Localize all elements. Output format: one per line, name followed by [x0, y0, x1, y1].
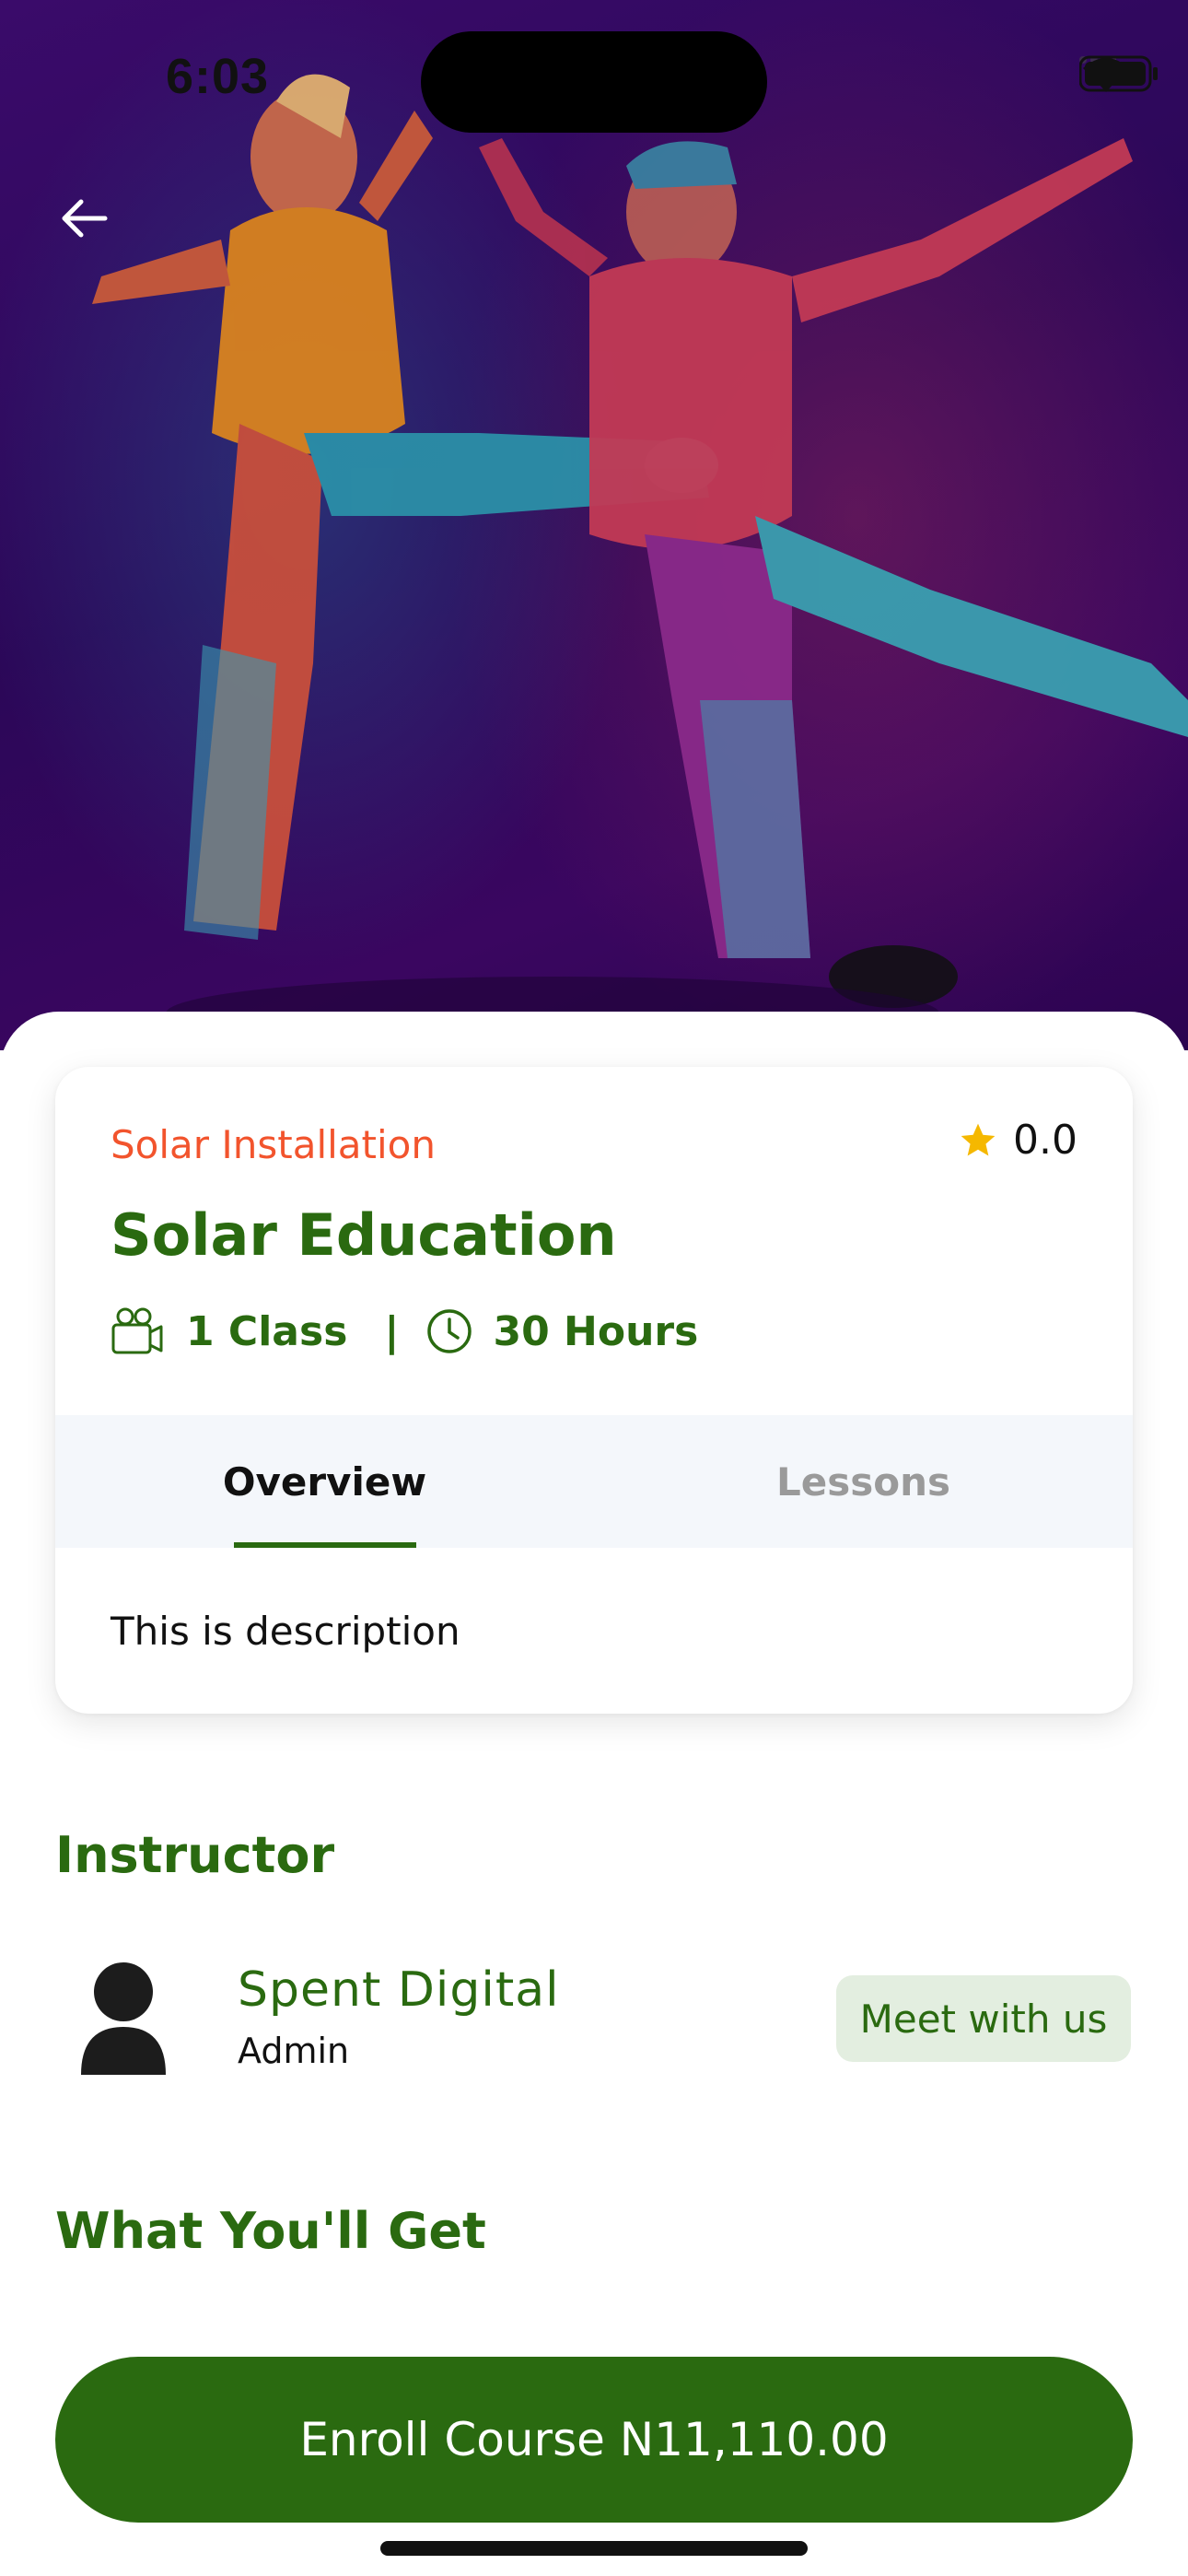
class-count: 1 Class: [186, 1307, 348, 1355]
meta-separator: |: [384, 1307, 400, 1355]
instructor-name: Spent Digital: [238, 1962, 560, 2018]
star-icon: [961, 1123, 996, 1155]
tab-label: Lessons: [776, 1458, 950, 1505]
arrow-left-icon: [62, 199, 108, 238]
course-card: Solar Installation 0.0 Solar Education 1…: [55, 1067, 1133, 1714]
battery-icon: [1079, 55, 1158, 92]
instructor-role: Admin: [238, 2031, 350, 2071]
tab-label: Overview: [222, 1458, 427, 1505]
dynamic-island: [421, 31, 767, 133]
active-tab-indicator: [234, 1542, 416, 1548]
meet-with-us-button[interactable]: Meet with us: [836, 1975, 1131, 2062]
home-indicator: [380, 2541, 808, 2556]
course-description: This is description: [111, 1609, 460, 1654]
tab-overview[interactable]: Overview: [55, 1415, 594, 1548]
avatar: [81, 1962, 166, 2075]
course-meta: 1 Class | 30 Hours: [111, 1305, 698, 1358]
rating-value: 0.0: [1013, 1117, 1077, 1164]
status-time: 6:03: [166, 49, 270, 104]
what-youll-get-heading: What You'll Get: [55, 2202, 486, 2260]
tab-lessons[interactable]: Lessons: [594, 1415, 1133, 1548]
hero-image: 6:03: [0, 0, 1188, 1050]
course-rating: 0.0: [958, 1117, 1077, 1164]
dancers-illustration: [92, 74, 1188, 1050]
person-icon: [94, 1962, 153, 2021]
course-tabs: Overview Lessons: [55, 1415, 1133, 1548]
course-title: Solar Education: [111, 1201, 617, 1269]
back-button[interactable]: [59, 197, 133, 271]
course-category: Solar Installation: [111, 1122, 437, 1167]
enroll-course-button[interactable]: Enroll Course N11,110.00: [55, 2357, 1133, 2523]
course-duration: 30 Hours: [493, 1307, 699, 1355]
clock-icon: [427, 1309, 472, 1353]
instructor-heading: Instructor: [55, 1826, 335, 1884]
video-camera-icon: [111, 1307, 163, 1354]
